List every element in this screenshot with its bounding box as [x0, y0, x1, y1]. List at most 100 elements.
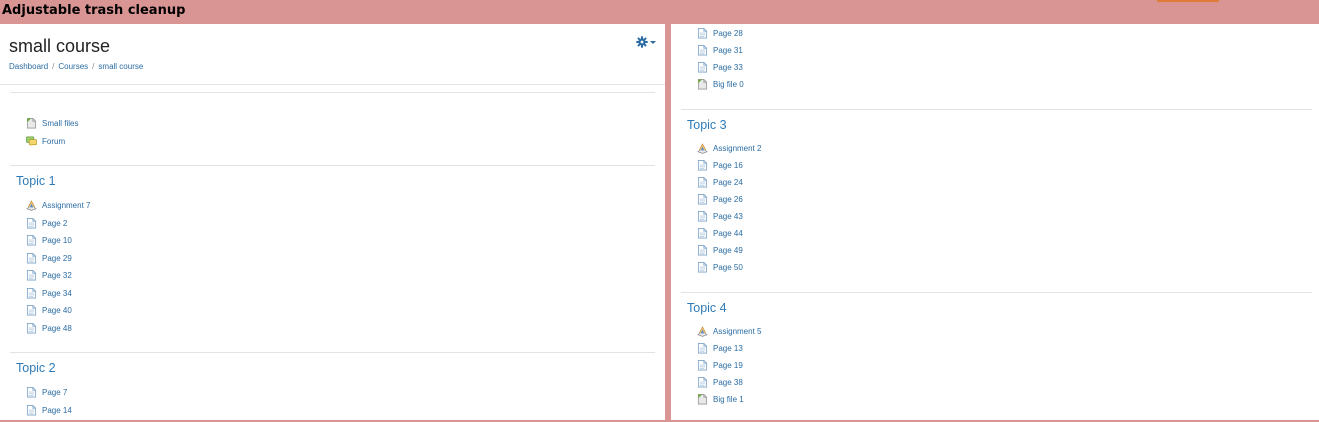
- activity-assignment-5[interactable]: Assignment 5: [697, 324, 761, 339]
- gear-icon: [636, 36, 648, 48]
- activity-label: Page 34: [42, 288, 72, 298]
- banner-title: Adjustable trash cleanup: [2, 3, 186, 18]
- activity-page-28[interactable]: Page 28: [697, 26, 743, 41]
- file-icon: [697, 394, 708, 405]
- activity-page-43[interactable]: Page 43: [697, 209, 743, 224]
- activity-label: Page 29: [42, 253, 72, 263]
- section-title-topic-1[interactable]: Topic 1: [16, 174, 56, 188]
- activity-page-32[interactable]: Page 32: [26, 268, 72, 283]
- activity-label: Page 14: [42, 405, 72, 415]
- course-settings-menu[interactable]: [636, 35, 656, 49]
- activity-page-7[interactable]: Page 7: [26, 385, 67, 400]
- page-icon: [26, 387, 37, 398]
- page-icon: [26, 252, 37, 263]
- activity-page-34[interactable]: Page 34: [26, 286, 72, 301]
- page-icon: [26, 287, 37, 298]
- page-icon: [26, 322, 37, 333]
- forum-icon: [26, 136, 37, 147]
- page-icon: [26, 305, 37, 316]
- activity-label: Page 26: [713, 195, 743, 204]
- activity-label: Page 28: [713, 29, 743, 38]
- activity-label: Page 32: [42, 271, 72, 280]
- activity-page-2[interactable]: Page 2: [26, 216, 67, 231]
- breadcrumb-dashboard[interactable]: Dashboard: [9, 62, 48, 71]
- activity-label: Page 48: [42, 323, 72, 333]
- course-page-left: small course Dashboard / Courses / small…: [0, 24, 665, 420]
- activity-page-38[interactable]: Page 38: [697, 375, 743, 390]
- page-icon: [697, 28, 708, 39]
- activity-forum[interactable]: Forum: [26, 134, 65, 149]
- assignment-icon: [697, 326, 708, 337]
- section-title-topic-2[interactable]: Topic 2: [16, 361, 56, 375]
- breadcrumb-course[interactable]: small course: [98, 62, 143, 71]
- activity-page-19[interactable]: Page 19: [697, 358, 743, 373]
- breadcrumb-courses[interactable]: Courses: [58, 62, 88, 71]
- activity-big-file-0[interactable]: Big file 0: [697, 77, 744, 92]
- breadcrumb-separator: /: [52, 62, 55, 71]
- section-divider: [10, 352, 655, 353]
- activity-label: Page 19: [713, 361, 743, 370]
- page-icon: [697, 160, 708, 171]
- page-icon: [697, 62, 708, 73]
- activity-page-40[interactable]: Page 40: [26, 303, 72, 318]
- page-icon: [697, 211, 708, 222]
- activity-page-24[interactable]: Page 24: [697, 175, 743, 190]
- page-title: small course: [9, 36, 111, 56]
- activity-label: Big file 0: [713, 80, 744, 89]
- activity-label: Assignment 5: [713, 327, 762, 336]
- file-icon: [26, 118, 37, 129]
- activity-page-33[interactable]: Page 33: [697, 60, 743, 75]
- page-icon: [697, 262, 708, 273]
- title-banner: Adjustable trash cleanup: [0, 0, 1319, 23]
- activity-page-49[interactable]: Page 49: [697, 243, 743, 258]
- activity-label: Page 7: [42, 388, 68, 397]
- activity-label: Page 16: [713, 161, 743, 170]
- activity-page-26[interactable]: Page 26: [697, 192, 743, 207]
- activity-label: Assignment 7: [42, 201, 91, 210]
- page-icon: [26, 270, 37, 281]
- page-icon: [697, 177, 708, 188]
- activity-page-50[interactable]: Page 50: [697, 260, 743, 275]
- page-icon: [697, 45, 708, 56]
- course-page-right: Page 28 Page 31 Page 33 Big file 0 Topic 3 …: [671, 24, 1319, 420]
- page-icon: [697, 377, 708, 388]
- activity-label: Page 50: [713, 263, 743, 272]
- chevron-down-icon: [650, 40, 656, 44]
- activity-label: Forum: [42, 136, 66, 146]
- section-title-topic-4[interactable]: Topic 4: [687, 301, 727, 315]
- assignment-icon: [697, 143, 708, 154]
- activity-page-10[interactable]: Page 10: [26, 233, 72, 248]
- file-icon: [697, 79, 708, 90]
- activity-page-29[interactable]: Page 29: [26, 251, 72, 266]
- section-divider: [681, 292, 1312, 293]
- page-icon: [697, 360, 708, 371]
- activity-label: Page 13: [713, 344, 743, 353]
- page-icon: [26, 217, 37, 228]
- page-icon: [697, 194, 708, 205]
- activity-big-file-1[interactable]: Big file 1: [697, 392, 744, 407]
- activity-label: Page 44: [713, 229, 743, 238]
- activity-small-files[interactable]: Small files: [26, 116, 78, 131]
- activity-page-14[interactable]: Page 14: [26, 403, 72, 418]
- breadcrumb-separator: /: [92, 62, 95, 71]
- activity-page-16[interactable]: Page 16: [697, 158, 743, 173]
- activity-assignment-7[interactable]: Assignment 7: [26, 198, 90, 213]
- activity-assignment-2[interactable]: Assignment 2: [697, 141, 761, 156]
- banner-accent-line: [1157, 0, 1219, 2]
- content-divider: [10, 92, 655, 93]
- activity-page-13[interactable]: Page 13: [697, 341, 743, 356]
- activity-page-48[interactable]: Page 48: [26, 321, 72, 336]
- activity-label: Page 24: [713, 178, 743, 187]
- activity-label: Page 40: [42, 306, 72, 315]
- activity-page-44[interactable]: Page 44: [697, 226, 743, 241]
- activity-page-31[interactable]: Page 31: [697, 43, 743, 58]
- page-icon: [26, 404, 37, 415]
- activity-label: Page 33: [713, 63, 743, 72]
- activity-label: Page 38: [713, 378, 743, 387]
- header-divider: [0, 84, 665, 85]
- page-icon: [697, 245, 708, 256]
- activity-label: Page 10: [42, 236, 72, 245]
- activity-label: Assignment 2: [713, 144, 762, 153]
- section-title-topic-3[interactable]: Topic 3: [687, 118, 727, 132]
- activity-label: Page 2: [42, 218, 68, 228]
